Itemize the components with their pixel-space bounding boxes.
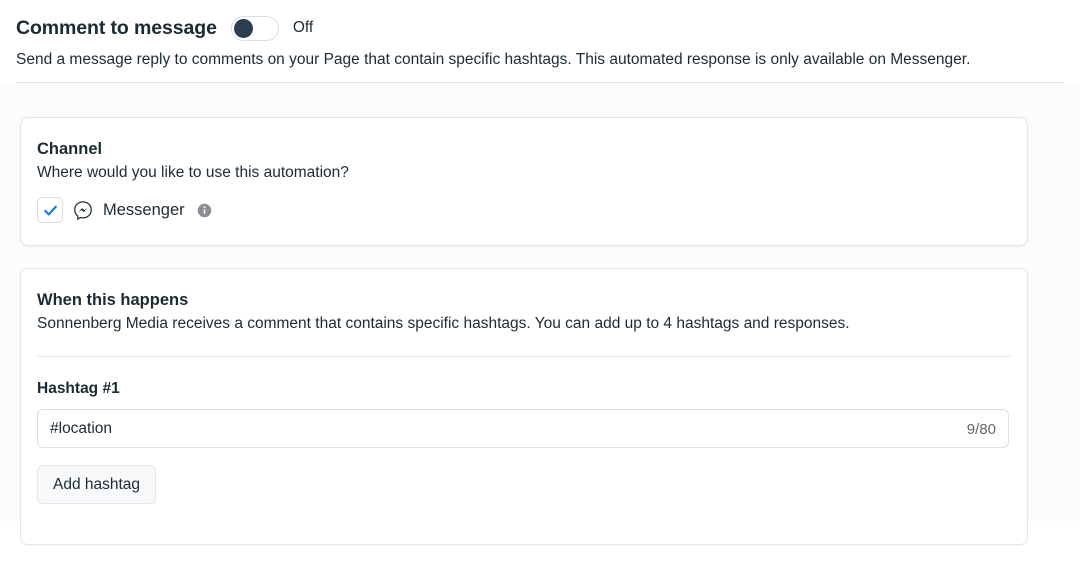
page-root: Comment to message Off Send a message re…: [0, 0, 1080, 578]
automation-description: Send a message reply to comments on your…: [16, 49, 1064, 70]
page-title: Comment to message: [16, 14, 217, 42]
trigger-card-subtitle: Sonnenberg Media receives a comment that…: [37, 313, 1011, 334]
toggle-state-label: Off: [293, 14, 313, 42]
trigger-card-divider: [37, 356, 1011, 357]
hashtag-section: Hashtag #1 #location 9/80 Add hashtag: [21, 378, 1027, 504]
trigger-card: When this happens Sonnenberg Media recei…: [20, 268, 1028, 545]
channel-card-inner: Channel Where would you like to use this…: [21, 138, 1027, 223]
check-icon: [42, 202, 59, 219]
trigger-card-title: When this happens: [37, 289, 1011, 311]
hashtag-char-counter: 9/80: [967, 410, 996, 449]
messenger-icon: [73, 200, 93, 220]
hashtag-input-value: #location: [38, 409, 112, 448]
channel-card: Channel Where would you like to use this…: [20, 117, 1028, 246]
enable-automation-toggle[interactable]: [231, 16, 279, 41]
hashtag-field-label: Hashtag #1: [37, 378, 1011, 399]
toggle-knob: [234, 19, 253, 38]
add-hashtag-button[interactable]: Add hashtag: [37, 465, 156, 504]
hashtag-input[interactable]: #location 9/80: [37, 409, 1009, 448]
channel-card-subtitle: Where would you like to use this automat…: [37, 162, 1011, 183]
header-title-row: Comment to message Off: [16, 14, 1064, 42]
channel-card-title: Channel: [37, 138, 1011, 160]
trigger-card-header: When this happens Sonnenberg Media recei…: [21, 289, 1027, 334]
channel-option-messenger[interactable]: Messenger: [37, 197, 1011, 223]
channel-option-label: Messenger: [103, 199, 185, 221]
automation-header: Comment to message Off Send a message re…: [0, 0, 1080, 83]
info-icon[interactable]: [197, 203, 212, 218]
messenger-checkbox[interactable]: [37, 197, 63, 223]
automation-cards-area: Channel Where would you like to use this…: [0, 83, 1080, 521]
